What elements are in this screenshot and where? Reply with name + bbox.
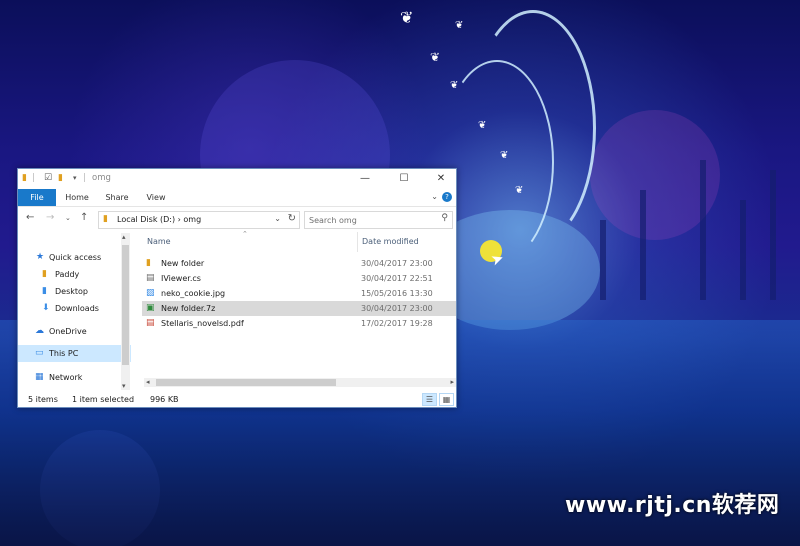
properties-icon[interactable]: ☑ — [44, 173, 52, 183]
nav-item-this-pc[interactable]: ▭ This PC — [18, 345, 131, 362]
scroll-left-icon[interactable]: ◂ — [146, 378, 150, 386]
file-row[interactable]: ▮ New folder 30/04/2017 23:00 — [142, 256, 456, 271]
scroll-right-icon[interactable]: ▸ — [450, 378, 454, 386]
pdf-file-icon: ▤ — [146, 318, 155, 328]
title-bar[interactable]: ▮ | ☑ ▮ ▾ | omg — ☐ ✕ — [18, 169, 456, 189]
nav-scrollbar[interactable]: ▴ ▾ — [121, 233, 130, 390]
butterfly-icon: ❦ — [500, 150, 509, 161]
scrollbar-thumb[interactable] — [156, 379, 336, 386]
forward-arrow-icon[interactable]: → — [46, 212, 54, 223]
wallpaper-building — [740, 200, 746, 300]
details-view-icon[interactable]: ☰ — [422, 393, 437, 406]
address-path[interactable]: Local Disk (D:) › omg — [117, 215, 201, 224]
minimize-button[interactable]: — — [352, 169, 378, 189]
user-folder-icon: ▮ — [42, 269, 47, 279]
wallpaper-building — [770, 170, 776, 300]
window-title: omg — [92, 173, 111, 183]
archive-file-icon: ▣ — [146, 303, 155, 313]
network-icon: ▦ — [35, 372, 44, 382]
desktop-folder-icon: ▮ — [42, 286, 47, 296]
close-button[interactable]: ✕ — [428, 169, 454, 189]
butterfly-icon: ❦ — [515, 185, 524, 196]
large-icons-view-icon[interactable]: ▦ — [439, 393, 454, 406]
wallpaper-building — [700, 160, 706, 300]
file-row-selected[interactable]: ▣ New folder.7z 30/04/2017 23:00 — [142, 301, 456, 316]
butterfly-icon: ❦ — [400, 8, 414, 27]
scroll-up-icon[interactable]: ▴ — [122, 233, 126, 241]
back-arrow-icon[interactable]: ← — [26, 212, 34, 223]
status-bar: 5 items 1 item selected 996 KB ☰ ▦ — [18, 393, 456, 407]
downloads-folder-icon: ⬇ — [42, 303, 50, 313]
nav-item-paddy[interactable]: ▮ Paddy ✦ — [18, 266, 131, 283]
up-arrow-icon[interactable]: ↑ — [80, 212, 88, 223]
quick-access-dropdown-icon[interactable]: ▾ — [73, 174, 77, 182]
recent-locations-icon[interactable]: ⌄ — [65, 214, 71, 222]
refresh-icon[interactable]: ↻ — [288, 213, 296, 224]
scroll-down-icon[interactable]: ▾ — [122, 382, 126, 390]
tab-home[interactable]: Home — [60, 189, 94, 206]
tab-view[interactable]: View — [140, 189, 172, 206]
search-input[interactable] — [305, 212, 438, 228]
search-icon[interactable]: ⚲ — [441, 213, 448, 223]
address-row: ← → ⌄ ↑ ▮ Local Disk (D:) › omg ⌄ ↻ ⚲ — [18, 207, 456, 231]
file-row[interactable]: ▨ neko_cookie.jpg 15/05/2016 13:30 — [142, 286, 456, 301]
folder-icon: ▮ — [103, 214, 108, 224]
file-explorer-window: ▮ | ☑ ▮ ▾ | omg — ☐ ✕ File Home Share Vi… — [17, 168, 457, 408]
nav-item-downloads[interactable]: ⬇ Downloads ✦ — [18, 300, 131, 317]
tab-file[interactable]: File — [18, 189, 56, 206]
separator: | — [32, 173, 36, 183]
separator: | — [83, 173, 87, 183]
help-button[interactable]: ? — [442, 192, 452, 202]
watermark: www.rjtj.cn软荐网 — [565, 493, 780, 518]
ribbon-tabs: File Home Share View ⌄ ? — [18, 189, 456, 207]
butterfly-icon: ❦ — [478, 120, 487, 131]
new-folder-icon[interactable]: ▮ — [58, 173, 63, 183]
image-file-icon: ▨ — [146, 288, 155, 298]
cloud-icon: ☁ — [35, 326, 44, 336]
nav-item-onedrive[interactable]: ☁ OneDrive — [18, 323, 131, 340]
butterfly-icon: ❦ — [450, 80, 459, 91]
cs-file-icon: ▤ — [146, 273, 155, 283]
column-header-name[interactable]: Name — [147, 234, 171, 250]
sort-arrow-icon: ⌃ — [242, 230, 248, 238]
file-list: Name ⌃ Date modified ▮ New folder 30/04/… — [132, 230, 456, 392]
computer-icon: ▭ — [35, 348, 44, 358]
nav-item-network[interactable]: ▦ Network — [18, 369, 131, 386]
item-count: 5 items — [28, 395, 58, 404]
file-row[interactable]: ▤ Stellaris_novelsd.pdf 17/02/2017 19:28 — [142, 316, 456, 331]
star-icon: ★ — [36, 252, 45, 262]
address-dropdown-icon[interactable]: ⌄ — [274, 214, 281, 223]
nav-item-quick-access[interactable]: ★ Quick access — [18, 249, 131, 266]
maximize-button[interactable]: ☐ — [391, 169, 417, 189]
expand-ribbon-icon[interactable]: ⌄ — [431, 192, 438, 201]
search-box[interactable]: ⚲ — [304, 211, 453, 229]
wallpaper-building — [640, 190, 646, 300]
nav-item-desktop[interactable]: ▮ Desktop ✦ — [18, 283, 131, 300]
navigation-pane: ★ Quick access ▮ Paddy ✦ ▮ Desktop ✦ ⬇ D… — [18, 232, 131, 392]
scrollbar-thumb[interactable] — [122, 245, 129, 365]
folder-icon: ▮ — [146, 258, 151, 268]
selection-count: 1 item selected — [72, 395, 135, 404]
wallpaper-building — [600, 220, 606, 300]
horizontal-scrollbar[interactable]: ◂ ▸ — [144, 378, 456, 387]
selection-size: 996 KB — [150, 395, 179, 404]
butterfly-icon: ❦ — [455, 20, 464, 31]
tab-share[interactable]: Share — [100, 189, 134, 206]
file-row[interactable]: ▤ IViewer.cs 30/04/2017 22:51 — [142, 271, 456, 286]
column-header-date[interactable]: Date modified — [362, 234, 419, 250]
butterfly-icon: ❦ — [430, 50, 441, 64]
address-bar[interactable]: ▮ Local Disk (D:) › omg ⌄ ↻ — [98, 211, 300, 229]
column-separator[interactable] — [357, 232, 358, 252]
folder-icon: ▮ — [22, 173, 27, 183]
